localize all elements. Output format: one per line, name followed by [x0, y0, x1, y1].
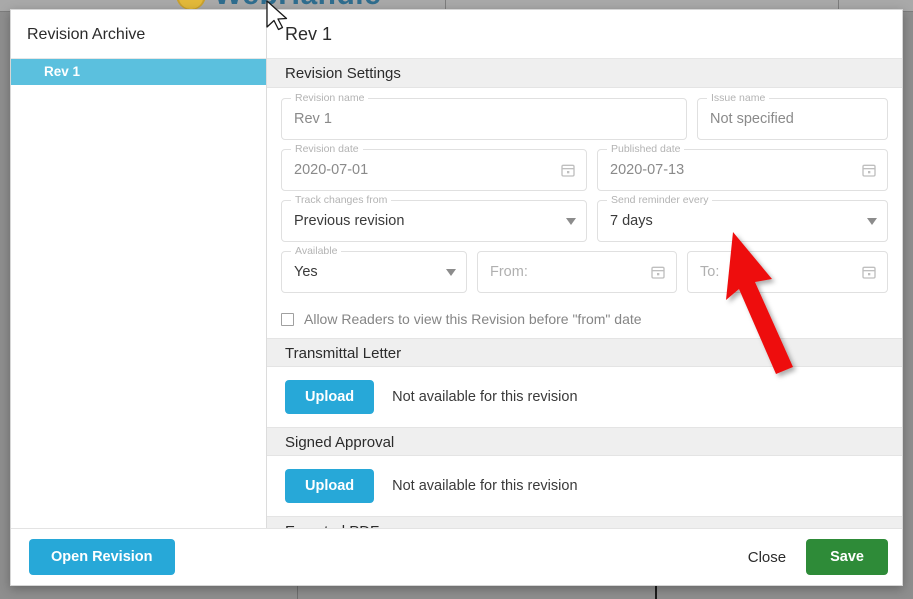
detail-scroll-area[interactable]: Revision Settings Revision name Rev 1 Is… — [267, 59, 902, 528]
section-header-signed-approval: Signed Approval — [267, 427, 902, 456]
signed-approval-row: Upload Not available for this revision — [267, 456, 902, 516]
revision-detail-pane: Rev 1 Revision Settings Revision name Re… — [267, 10, 902, 528]
calendar-icon[interactable] — [861, 264, 877, 280]
issue-name-field[interactable]: Issue name Not specified — [697, 98, 888, 140]
revision-name-label: Revision name — [291, 92, 368, 104]
calendar-icon[interactable] — [560, 162, 576, 178]
transmittal-letter-row: Upload Not available for this revision — [267, 367, 902, 427]
section-header-revision-settings: Revision Settings — [267, 59, 902, 88]
revision-date-value: 2020-07-01 — [294, 162, 560, 178]
background-column-divider-1 — [297, 585, 298, 599]
background-lower-left — [0, 585, 93, 599]
published-date-field[interactable]: Published date 2020-07-13 — [597, 149, 888, 191]
dialog-footer: Open Revision Close Save — [11, 528, 902, 585]
send-reminder-every-label: Send reminder every — [607, 194, 712, 206]
form-row-availability: Available Yes From: — [281, 251, 888, 293]
revision-list-item-rev-1[interactable]: Rev 1 — [11, 59, 266, 85]
track-changes-from-value: Previous revision — [294, 213, 560, 229]
revision-archive-dialog: Revision Archive Rev 1 Rev 1 Revision Se… — [10, 9, 903, 586]
form-row-dates: Revision date 2020-07-01 Published date … — [281, 149, 888, 191]
allow-readers-label: Allow Readers to view this Revision befo… — [304, 311, 642, 327]
page-title: Rev 1 — [267, 10, 902, 59]
revision-list: Rev 1 — [11, 59, 266, 528]
chevron-down-icon[interactable] — [446, 269, 456, 276]
signed-approval-status: Not available for this revision — [392, 478, 577, 494]
background-column-divider-2 — [655, 585, 657, 599]
upload-transmittal-letter-button[interactable]: Upload — [285, 380, 374, 414]
calendar-icon[interactable] — [861, 162, 877, 178]
sidebar-title: Revision Archive — [11, 10, 266, 59]
revision-date-field[interactable]: Revision date 2020-07-01 — [281, 149, 587, 191]
track-changes-from-label: Track changes from — [291, 194, 391, 206]
section-header-transmittal-letter: Transmittal Letter — [267, 338, 902, 367]
send-reminder-every-value: 7 days — [610, 213, 861, 229]
available-label: Available — [291, 245, 341, 257]
published-date-label: Published date — [607, 143, 684, 155]
form-row-names: Revision name Rev 1 Issue name Not speci… — [281, 98, 888, 140]
from-date-placeholder: From: — [490, 264, 650, 280]
chevron-down-icon[interactable] — [867, 218, 877, 225]
revision-settings-form: Revision name Rev 1 Issue name Not speci… — [267, 88, 902, 306]
from-date-field[interactable]: From: — [477, 251, 677, 293]
dialog-body: Revision Archive Rev 1 Rev 1 Revision Se… — [11, 10, 902, 528]
form-row-tracking: Track changes from Previous revision Sen… — [281, 200, 888, 242]
allow-readers-checkbox[interactable] — [281, 313, 294, 326]
background-lower-strip — [0, 585, 913, 599]
chevron-down-icon[interactable] — [566, 218, 576, 225]
upload-signed-approval-button[interactable]: Upload — [285, 469, 374, 503]
transmittal-letter-status: Not available for this revision — [392, 389, 577, 405]
close-button[interactable]: Close — [742, 541, 792, 574]
calendar-icon[interactable] — [650, 264, 666, 280]
send-reminder-every-select[interactable]: Send reminder every 7 days — [597, 200, 888, 242]
footer-right: Close Save — [742, 539, 888, 575]
revision-name-value: Rev 1 — [294, 111, 676, 127]
allow-readers-row: Allow Readers to view this Revision befo… — [267, 306, 902, 338]
background-document-title: Demo document — [560, 0, 748, 6]
available-select[interactable]: Available Yes — [281, 251, 467, 293]
issue-name-value: Not specified — [710, 111, 877, 127]
revision-date-label: Revision date — [291, 143, 363, 155]
to-date-placeholder: To: — [700, 264, 861, 280]
section-header-exported-pdfs: Exported PDFs — [267, 516, 902, 528]
issue-name-label: Issue name — [707, 92, 769, 104]
open-revision-button[interactable]: Open Revision — [29, 539, 175, 575]
track-changes-from-select[interactable]: Track changes from Previous revision — [281, 200, 587, 242]
to-date-field[interactable]: To: — [687, 251, 888, 293]
footer-left: Open Revision — [25, 539, 175, 575]
available-value: Yes — [294, 264, 440, 280]
published-date-value: 2020-07-13 — [610, 162, 861, 178]
background-rev-label: Rev — [858, 0, 885, 3]
revision-archive-sidebar: Revision Archive Rev 1 — [11, 10, 267, 528]
revision-name-field[interactable]: Revision name Rev 1 — [281, 98, 687, 140]
save-button[interactable]: Save — [806, 539, 888, 575]
